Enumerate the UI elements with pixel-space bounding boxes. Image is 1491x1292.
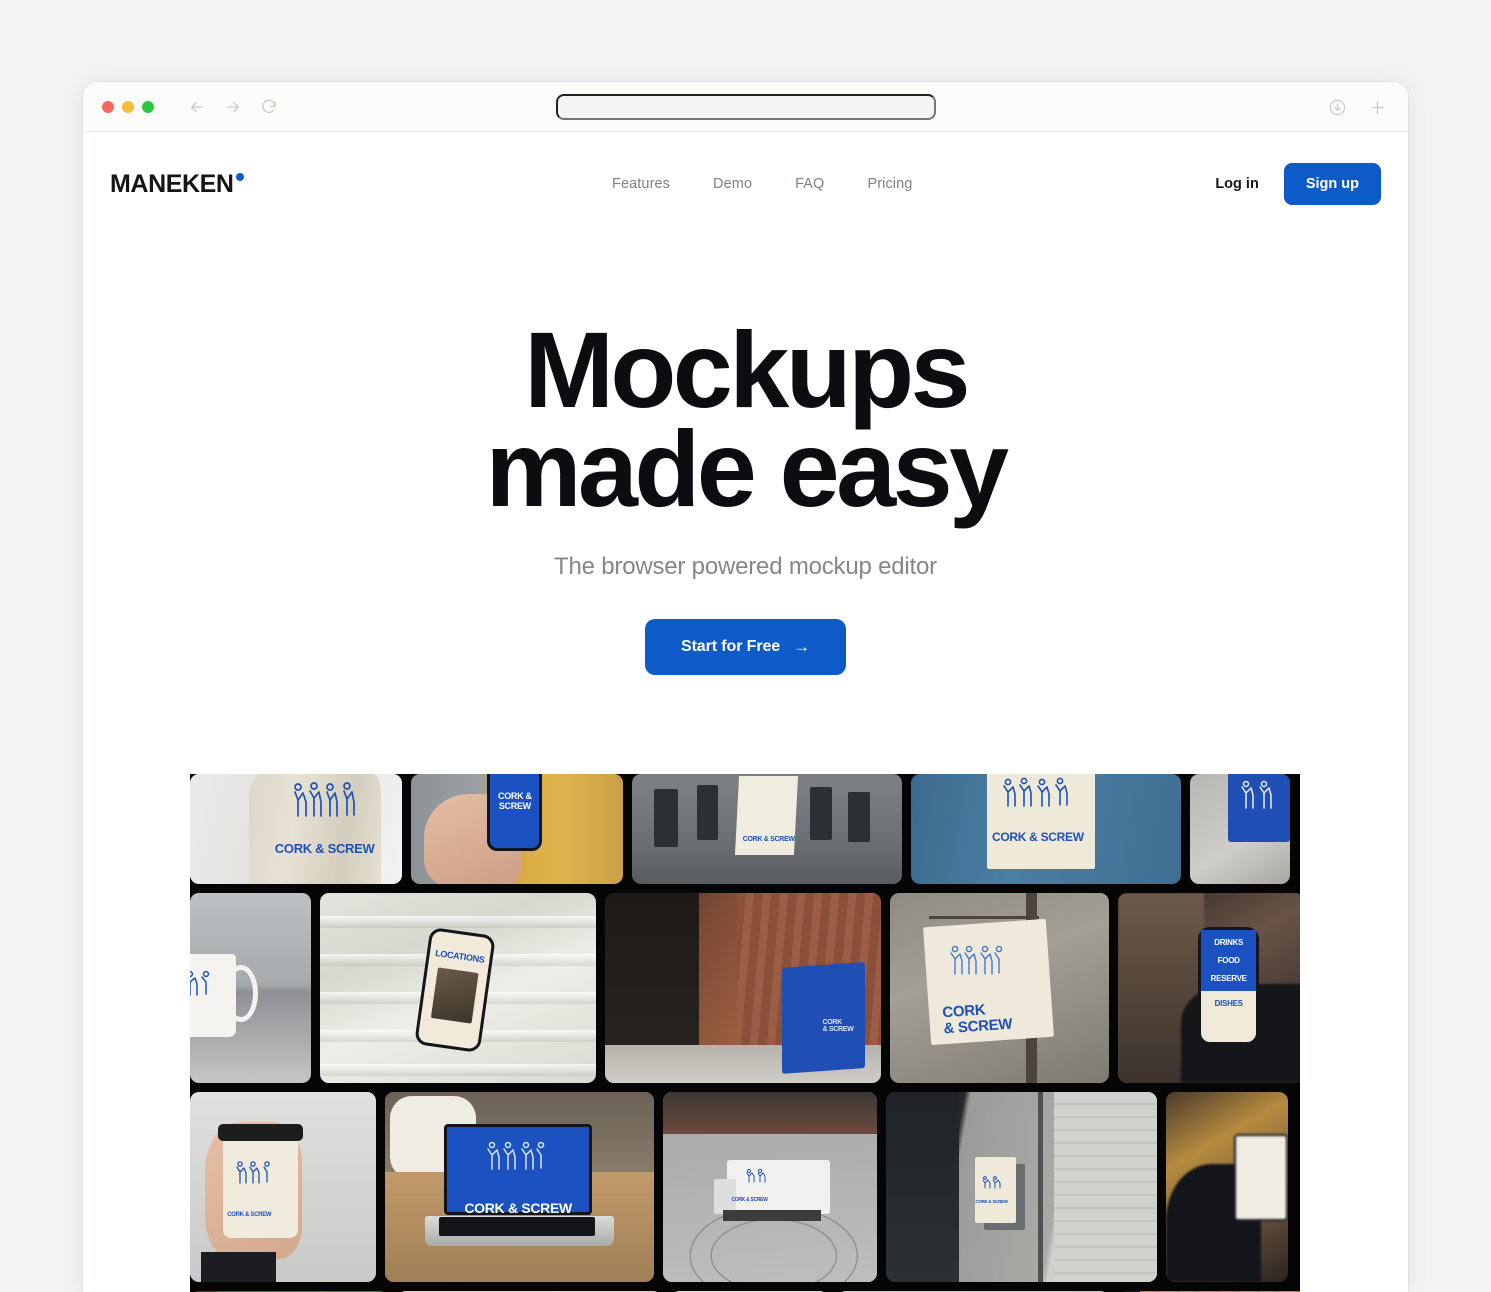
hero-section: Mockups made easy The browser powered mo… [83, 236, 1408, 675]
tote-bag-rug-mockup[interactable] [1190, 774, 1290, 884]
cork-screw-mark: CORK & SCREW [274, 841, 375, 857]
start-for-free-label: Start for Free [681, 637, 781, 655]
chrome-right-controls [1324, 82, 1390, 132]
header-actions: Log in Sign up [1215, 163, 1381, 205]
wall-poster-mockup[interactable]: CORK & SCREW [886, 1092, 1157, 1282]
download-icon[interactable] [1324, 94, 1350, 120]
traffic-lights [102, 100, 154, 113]
cork-screw-mark: CORK & SCREW [464, 1200, 572, 1217]
drinks-mark: DRINKS [1214, 938, 1244, 948]
truck-poster-mockup[interactable]: CORK & SCREW [911, 774, 1181, 884]
start-for-free-button[interactable]: Start for Free → [645, 618, 846, 675]
reserve-mark: RESERVE [1210, 973, 1247, 983]
logo-text: MANEKEN [110, 169, 234, 198]
login-link[interactable]: Log in [1215, 176, 1259, 192]
logo-dot-icon [235, 172, 244, 181]
nav-item-features[interactable]: Features [612, 176, 670, 192]
hoodie-mockup[interactable]: CORK & SCREW [190, 774, 402, 884]
url-input[interactable] [555, 94, 936, 120]
signup-button[interactable]: Sign up [1283, 163, 1381, 205]
cork-screw-mark: CORK & SCREW [992, 830, 1084, 845]
gallery-row: LOCATIONS CORK & SCREW CORK & SCREW DRIN… [190, 893, 1300, 1083]
nav-item-pricing[interactable]: Pricing [867, 176, 912, 192]
phone-on-fabric-mockup[interactable]: LOCATIONS [320, 893, 596, 1083]
page-content: MANEKEN Features Demo FAQ Pricing Log in… [83, 132, 1408, 1292]
dishes-mark: DISHES [1214, 998, 1243, 1008]
cork-screw-mark: CORK & SCREW [975, 1199, 1008, 1205]
nav-item-demo[interactable]: Demo [713, 176, 752, 192]
cork-screw-mark: CORK & SCREW [822, 1018, 854, 1034]
gallery-row: CORK & SCREW CORK & SCREW CORK & SCREW C… [190, 774, 1300, 884]
main-nav: Features Demo FAQ Pricing [612, 176, 912, 192]
cork-screw-mark: CORK & SCREW [941, 1001, 1013, 1038]
food-mark: FOOD [1217, 956, 1240, 966]
arrow-right-icon[interactable] [220, 94, 246, 120]
mockup-gallery: CORK & SCREW CORK & SCREW CORK & SCREW C… [190, 774, 1300, 1292]
locations-mark: LOCATIONS [434, 947, 486, 965]
cork-screw-mark: CORK & SCREW [742, 835, 795, 843]
cork-screw-mark: CORK & SCREW [498, 791, 532, 811]
building-banner-mockup[interactable]: CORK & SCREW [632, 774, 902, 884]
coffee-cup-mockup[interactable]: CORK & SCREW [190, 1092, 376, 1282]
nav-item-faq[interactable]: FAQ [795, 176, 824, 192]
browser-nav-controls [184, 94, 282, 120]
reload-icon[interactable] [256, 94, 282, 120]
arrow-right-icon: → [793, 637, 810, 657]
sandwich-board-mockup[interactable]: CORK & SCREW [605, 893, 881, 1083]
phone-in-hand-mockup[interactable]: DRINKS FOOD RESERVE DISHES [1118, 893, 1300, 1083]
maximize-window-button[interactable] [142, 100, 154, 113]
laptop-mockup[interactable]: CORK & SCREW [385, 1092, 654, 1282]
page-title: Mockups made easy [83, 316, 1408, 523]
hero-subtitle: The browser powered mockup editor [554, 552, 937, 580]
tablet-desk-mockup[interactable] [1166, 1092, 1288, 1282]
hanging-sign-mockup[interactable]: CORK & SCREW [890, 893, 1109, 1083]
close-window-button[interactable] [102, 100, 114, 113]
cork-screw-mark: CORK & SCREW [227, 1211, 272, 1218]
logo[interactable]: MANEKEN [110, 169, 244, 198]
gallery-row: CORK & SCREW CORK & SCREW CORK & SCREW C… [190, 1092, 1300, 1282]
site-header: MANEKEN Features Demo FAQ Pricing Log in… [83, 132, 1408, 236]
arrow-left-icon[interactable] [184, 94, 210, 120]
browser-chrome [83, 82, 1408, 132]
hero-title-line-2: made easy [485, 408, 1010, 530]
browser-window: MANEKEN Features Demo FAQ Pricing Log in… [83, 82, 1408, 1292]
cork-screw-mark: CORK & SCREW [731, 1197, 768, 1204]
phone-on-wall-mockup[interactable]: CORK & SCREW [411, 774, 623, 884]
mug-mockup[interactable] [190, 893, 311, 1083]
minimize-window-button[interactable] [122, 100, 134, 113]
box-truck-mockup[interactable]: CORK & SCREW [663, 1092, 877, 1282]
plus-icon[interactable] [1364, 94, 1390, 120]
